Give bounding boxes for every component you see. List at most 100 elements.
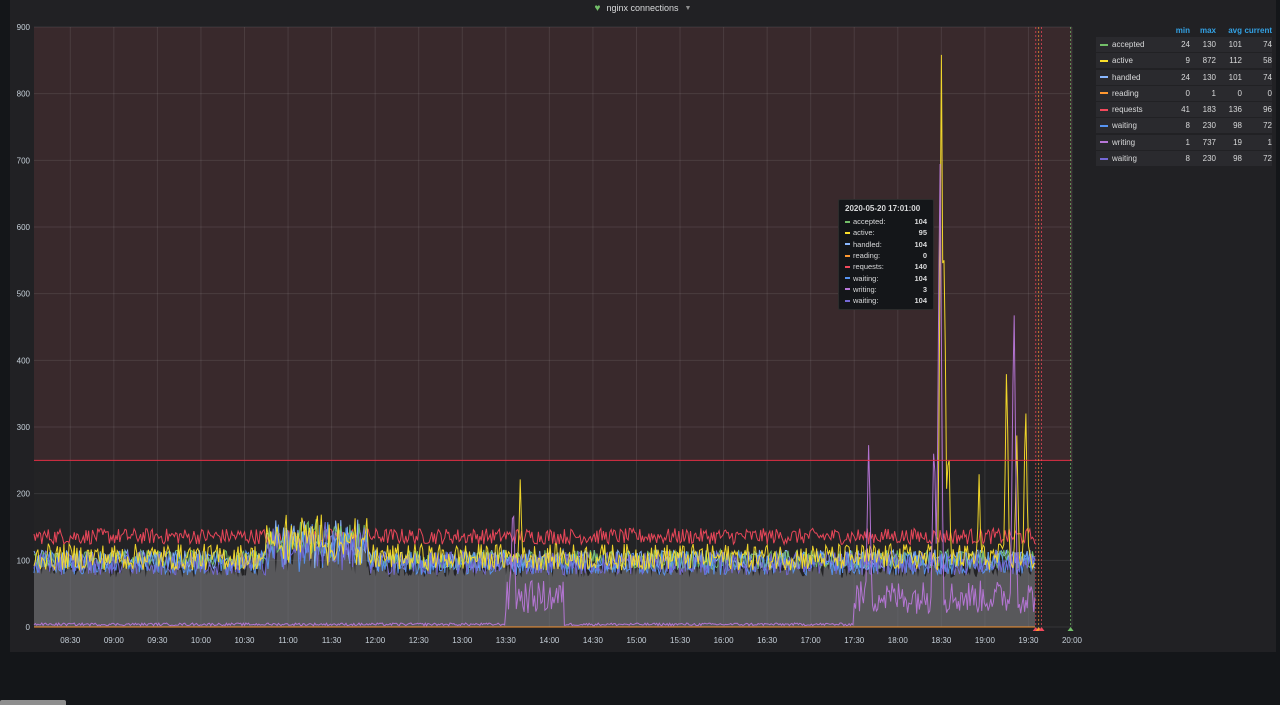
- legend-series-label: waiting: [1112, 121, 1137, 131]
- x-tick-label: 16:30: [757, 636, 778, 645]
- x-tick-label: 13:00: [452, 636, 473, 645]
- legend-row-requests[interactable]: requests 41 183 136 96: [1096, 102, 1272, 118]
- x-tick-label: 09:30: [147, 636, 168, 645]
- y-tick-label: 200: [17, 490, 31, 499]
- legend-row-accepted[interactable]: accepted 24 130 101 74: [1096, 37, 1272, 52]
- legend-series-label: requests: [1112, 105, 1143, 115]
- legend-min-value: 8: [1185, 121, 1190, 131]
- x-tick-label: 10:30: [234, 636, 255, 645]
- x-tick-label: 19:00: [975, 636, 996, 645]
- x-tick-label: 18:00: [888, 636, 909, 645]
- legend-avg-value: 112: [1229, 56, 1242, 66]
- legend-row-writing[interactable]: writing 1 737 19 1: [1096, 134, 1272, 150]
- legend-row-waiting[interactable]: waiting 8 230 98 72: [1096, 118, 1272, 134]
- y-tick-label: 100: [17, 556, 31, 565]
- legend-series-name[interactable]: waiting: [1096, 154, 1166, 163]
- legend-header-max[interactable]: max: [1190, 26, 1216, 37]
- tooltip-swatch: [845, 299, 850, 302]
- legend-swatch[interactable]: [1100, 59, 1108, 62]
- legend-series-name[interactable]: handled: [1096, 73, 1166, 82]
- legend-swatch[interactable]: [1100, 76, 1108, 79]
- legend-series-name[interactable]: active: [1096, 56, 1166, 65]
- graph-panel: ♥ nginx connections ▼ 0 100 200 300 400 500 60…: [10, 0, 1276, 652]
- legend-max-value: 130: [1202, 72, 1216, 82]
- tooltip-rows: accepted: 104 active: 95 handled: 104 reading:…: [845, 216, 927, 306]
- hover-tooltip: 2020-05-20 17:01:00 accepted: 104 active: 9…: [838, 199, 934, 310]
- legend-max-value: 230: [1202, 154, 1216, 164]
- legend-series-label: writing: [1112, 137, 1136, 147]
- legend-series-name[interactable]: writing: [1096, 138, 1166, 147]
- tooltip-time: 2020-05-20 17:01:00: [845, 204, 921, 213]
- legend-swatch[interactable]: [1100, 43, 1108, 46]
- x-tick-label: 15:30: [670, 636, 691, 645]
- y-tick-label: 900: [17, 23, 31, 32]
- legend-series-name[interactable]: accepted: [1096, 40, 1166, 49]
- legend-avg-value: 98: [1233, 154, 1242, 164]
- legend-current-value: 72: [1263, 121, 1272, 131]
- legend-min-value: 41: [1181, 105, 1190, 115]
- x-tick-label: 12:30: [409, 636, 430, 645]
- legend-avg-value: 19: [1233, 137, 1242, 147]
- legend-series-label: active: [1112, 56, 1133, 66]
- chart-plot[interactable]: 010020030040050060070080090008:30 09:00 09…: [10, 0, 1276, 652]
- tooltip-swatch: [845, 277, 850, 280]
- legend-series-name[interactable]: waiting: [1096, 121, 1166, 130]
- tooltip-series-value: 104: [914, 273, 927, 283]
- tooltip-series-name: active:: [853, 228, 875, 238]
- legend-swatch[interactable]: [1100, 124, 1108, 127]
- y-tick-label: 500: [17, 290, 31, 299]
- tooltip-series-value: 104: [914, 296, 927, 306]
- legend-series-name[interactable]: reading: [1096, 89, 1166, 98]
- legend-avg-value: 136: [1228, 105, 1242, 115]
- legend-series-label: accepted: [1112, 40, 1145, 49]
- legend-min-value: 1: [1185, 137, 1190, 147]
- y-tick-label: 300: [17, 423, 31, 432]
- legend-row-handled[interactable]: handled 24 130 101 74: [1096, 69, 1272, 85]
- tooltip-swatch: [845, 243, 850, 246]
- legend-swatch[interactable]: [1100, 157, 1108, 160]
- legend-series-label: handled: [1112, 72, 1141, 82]
- legend-swatch[interactable]: [1100, 141, 1108, 144]
- tooltip-row: waiting: 104: [845, 272, 927, 283]
- tooltip-series-value: 95: [918, 228, 927, 238]
- y-tick-label: 600: [17, 223, 31, 232]
- tooltip-series-name: waiting:: [853, 273, 879, 283]
- legend-max-value: 1: [1211, 88, 1216, 98]
- legend-rows: accepted 24 130 101 74 active 9 872 112 58 handled…: [1096, 37, 1272, 167]
- x-tick-label: 09:00: [104, 636, 125, 645]
- x-tick-label: 17:30: [844, 636, 865, 645]
- legend-header-avg[interactable]: avg: [1216, 26, 1242, 37]
- legend-min-value: 24: [1181, 72, 1190, 82]
- tooltip-row: accepted: 104: [845, 216, 927, 227]
- legend-header-min[interactable]: min: [1166, 26, 1190, 37]
- legend-min-value: 8: [1185, 154, 1190, 164]
- legend-series-name[interactable]: requests: [1096, 105, 1166, 114]
- tooltip-row: writing: 3: [845, 284, 927, 295]
- tooltip-swatch: [845, 265, 850, 268]
- tooltip-swatch: [845, 254, 850, 257]
- legend-max-value: 737: [1202, 137, 1216, 147]
- x-tick-label: 12:00: [365, 636, 386, 645]
- tooltip-swatch: [845, 288, 850, 291]
- legend-header: min max avg current: [1096, 26, 1272, 37]
- tooltip-series-name: handled:: [853, 239, 882, 249]
- legend-header-current[interactable]: current: [1242, 26, 1272, 37]
- bottom-scroll-tab[interactable]: [0, 700, 66, 705]
- x-tick-label: 10:00: [191, 636, 212, 645]
- legend-swatch[interactable]: [1100, 92, 1108, 95]
- legend-current-value: 0: [1267, 88, 1272, 98]
- legend-row-reading[interactable]: reading 0 1 0 0: [1096, 85, 1272, 101]
- legend-row-waiting[interactable]: waiting 8 230 98 72: [1096, 151, 1272, 167]
- legend-swatch[interactable]: [1100, 108, 1108, 111]
- legend-max-value: 130: [1202, 40, 1216, 49]
- legend-series-label: reading: [1112, 88, 1139, 98]
- legend-avg-value: 101: [1228, 72, 1242, 82]
- y-tick-label: 800: [17, 90, 31, 99]
- legend-current-value: 96: [1263, 105, 1272, 115]
- legend-current-value: 74: [1263, 72, 1272, 82]
- legend-max-value: 183: [1202, 105, 1216, 115]
- legend-series-label: waiting: [1112, 154, 1137, 164]
- x-tick-label: 11:30: [322, 636, 342, 645]
- legend-row-active[interactable]: active 9 872 112 58: [1096, 53, 1272, 69]
- x-tick-label: 19:30: [1018, 636, 1039, 645]
